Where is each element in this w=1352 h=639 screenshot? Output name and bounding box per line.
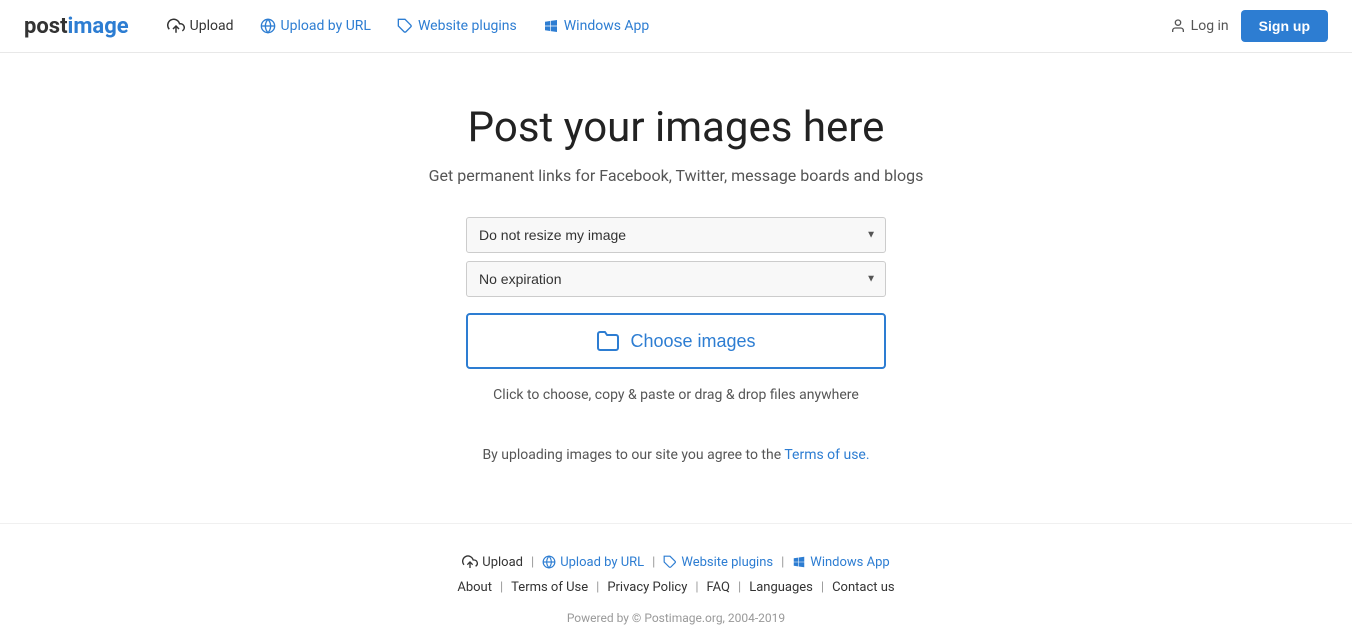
- upload-cloud-icon: [167, 17, 185, 35]
- terms-prefix: By uploading images to our site you agre…: [482, 447, 781, 463]
- footer-windows-app[interactable]: Windows App: [792, 555, 889, 570]
- footer-upload-by-url[interactable]: Upload by URL: [542, 555, 644, 570]
- footer-sep-1: |: [531, 555, 534, 570]
- nav-website-plugins-label: Website plugins: [418, 18, 517, 34]
- resize-select[interactable]: Do not resize my image 320 x 240 (QVGA) …: [466, 217, 886, 253]
- login-link[interactable]: Log in: [1170, 18, 1229, 34]
- nav-links: Upload Upload by URL Website plugins Win…: [157, 11, 1170, 41]
- globe-icon: [260, 18, 276, 34]
- choose-images-button[interactable]: Choose images: [466, 313, 886, 369]
- choose-images-label: Choose images: [630, 331, 755, 352]
- footer-upload-by-url-label: Upload by URL: [560, 555, 644, 570]
- logo-part1: post: [24, 14, 68, 39]
- terms-link[interactable]: Terms of use.: [784, 447, 869, 463]
- footer-sep-4: |: [500, 580, 503, 595]
- footer-sep-7: |: [738, 580, 741, 595]
- puzzle-icon: [397, 18, 413, 34]
- footer-privacy[interactable]: Privacy Policy: [607, 580, 687, 595]
- footer-faq-label: FAQ: [707, 580, 730, 595]
- nav-upload-by-url-label: Upload by URL: [281, 18, 371, 34]
- page-subtitle: Get permanent links for Facebook, Twitte…: [429, 166, 924, 185]
- main-content: Post your images here Get permanent link…: [0, 53, 1352, 493]
- login-label: Log in: [1191, 18, 1229, 34]
- footer-sep-6: |: [695, 580, 698, 595]
- footer-links-bottom: About | Terms of Use | Privacy Policy | …: [457, 580, 894, 595]
- footer-upload[interactable]: Upload: [462, 554, 523, 570]
- terms-link-text: Terms of use.: [784, 447, 869, 463]
- footer-links-top: Upload | Upload by URL | Website plugins…: [462, 554, 889, 570]
- expiration-select[interactable]: No expiration 1 week 1 month 3 months 6 …: [466, 261, 886, 297]
- nav-upload[interactable]: Upload: [157, 11, 244, 41]
- drag-hint: Click to choose, copy & paste or drag & …: [493, 387, 859, 403]
- folder-open-icon: [596, 329, 620, 353]
- terms-text: By uploading images to our site you agre…: [482, 447, 869, 463]
- footer-terms-label: Terms of Use: [511, 580, 588, 595]
- nav-upload-label: Upload: [190, 18, 234, 34]
- footer-sep-5: |: [596, 580, 599, 595]
- footer-powered: Powered by © Postimage.org, 2004-2019: [567, 611, 785, 625]
- resize-select-wrapper: Do not resize my image 320 x 240 (QVGA) …: [466, 217, 886, 253]
- footer-sep-8: |: [821, 580, 824, 595]
- windows-icon: [543, 18, 559, 34]
- nav-upload-by-url[interactable]: Upload by URL: [250, 12, 381, 40]
- footer-upload-icon: [462, 554, 478, 570]
- expiration-select-wrapper: No expiration 1 week 1 month 3 months 6 …: [466, 261, 886, 297]
- footer-contact[interactable]: Contact us: [832, 580, 895, 595]
- footer-languages-label: Languages: [749, 580, 813, 595]
- navbar: postimage Upload Upload by URL Web: [0, 0, 1352, 53]
- footer-languages[interactable]: Languages: [749, 580, 813, 595]
- footer-windows-app-label: Windows App: [810, 555, 889, 570]
- user-icon: [1170, 18, 1186, 34]
- nav-right: Log in Sign up: [1170, 10, 1328, 42]
- footer-privacy-label: Privacy Policy: [607, 580, 687, 595]
- footer-website-plugins[interactable]: Website plugins: [663, 555, 773, 570]
- signup-button[interactable]: Sign up: [1241, 10, 1328, 42]
- footer-website-plugins-label: Website plugins: [681, 555, 773, 570]
- upload-form: Do not resize my image 320 x 240 (QVGA) …: [466, 217, 886, 463]
- footer-upload-label: Upload: [482, 555, 523, 570]
- nav-website-plugins[interactable]: Website plugins: [387, 12, 527, 40]
- footer-faq[interactable]: FAQ: [707, 580, 730, 595]
- footer-about[interactable]: About: [457, 580, 492, 595]
- logo[interactable]: postimage: [24, 14, 129, 39]
- footer-puzzle-icon: [663, 555, 677, 569]
- nav-windows-app[interactable]: Windows App: [533, 12, 660, 40]
- footer-sep-3: |: [781, 555, 784, 570]
- footer-terms[interactable]: Terms of Use: [511, 580, 588, 595]
- footer-about-label: About: [457, 580, 492, 595]
- footer-sep-2: |: [652, 555, 655, 570]
- footer: Upload | Upload by URL | Website plugins…: [0, 523, 1352, 639]
- page-title: Post your images here: [468, 103, 885, 152]
- footer-windows-icon: [792, 555, 806, 569]
- logo-part2: image: [68, 14, 129, 39]
- footer-contact-label: Contact us: [832, 580, 895, 595]
- footer-globe-icon: [542, 555, 556, 569]
- nav-windows-app-label: Windows App: [564, 18, 650, 34]
